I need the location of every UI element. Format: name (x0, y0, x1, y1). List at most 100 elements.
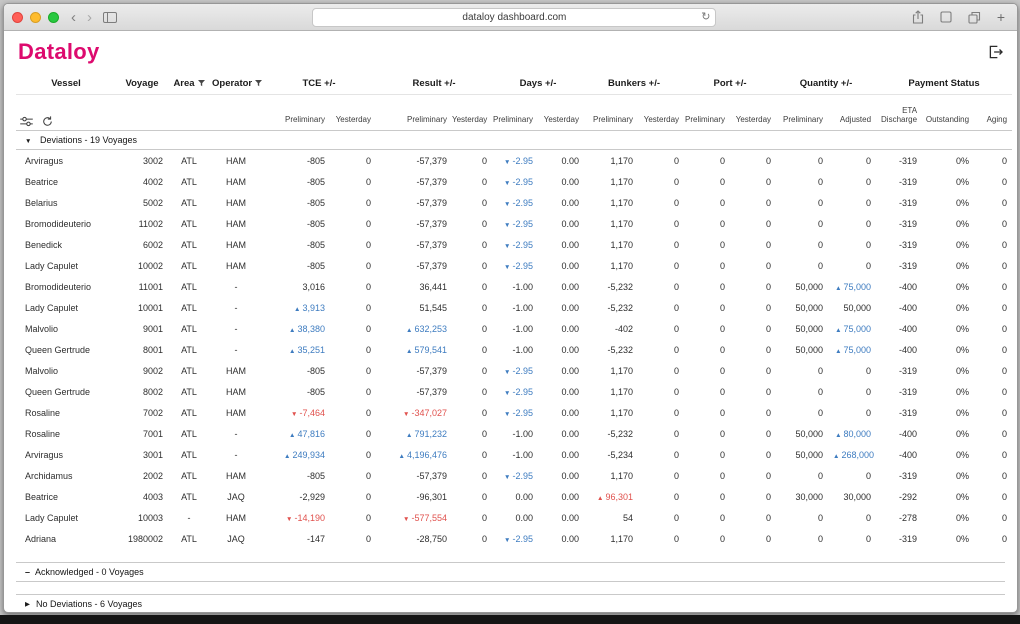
cell-value: 0 (866, 198, 871, 208)
col-header-voyage[interactable]: Voyage (116, 72, 168, 95)
subheader-result-yesterday[interactable]: Yesterday (452, 95, 492, 131)
cell-value: 0% (956, 492, 969, 502)
voyage-row[interactable]: Malvolio9002ATLHAM-8050-57,3790▼-2.950.0… (16, 360, 1012, 381)
col-header-quantity[interactable]: Quantity +/- (776, 72, 876, 95)
close-window-button[interactable] (12, 12, 23, 23)
subheader-eta-discharge[interactable]: ETA Discharge (876, 95, 922, 131)
subheader-quantity-preliminary[interactable]: Preliminary (776, 95, 828, 131)
subheader-port-yesterday[interactable]: Yesterday (730, 95, 776, 131)
col-header-days[interactable]: Days +/- (492, 72, 584, 95)
cell-aging: 0 (974, 234, 1012, 255)
subheader-tce-yesterday[interactable]: Yesterday (330, 95, 376, 131)
col-header-bunkers[interactable]: Bunkers +/- (584, 72, 684, 95)
subheader-result-preliminary[interactable]: Preliminary (376, 95, 452, 131)
voyage-row[interactable]: Benedick6002ATLHAM-8050-57,3790▼-2.950.0… (16, 234, 1012, 255)
cell-voyage: 10001 (116, 297, 168, 318)
minimize-window-button[interactable] (30, 12, 41, 23)
voyage-row[interactable]: Queen Gertrude8002ATLHAM-8050-57,3790▼-2… (16, 381, 1012, 402)
cell-port-yesterday: 0 (730, 360, 776, 381)
voyage-row[interactable]: Beatrice4003ATLJAQ-2,9290-96,30100.000.0… (16, 486, 1012, 507)
subheader-outstanding[interactable]: Outstanding (922, 95, 974, 131)
subheader-aging[interactable]: Aging (974, 95, 1012, 131)
cell-value: 0% (956, 366, 969, 376)
new-tab-button[interactable]: + (993, 10, 1009, 24)
subheader-bunkers-yesterday[interactable]: Yesterday (638, 95, 684, 131)
subheader-tce-preliminary[interactable]: Preliminary (262, 95, 330, 131)
collapse-toggle-icon[interactable]: ▶ (25, 600, 30, 608)
cell-eta-discharge: -319 (876, 402, 922, 423)
collapse-toggle-icon[interactable]: ▼ (25, 138, 31, 145)
new-window-icon[interactable] (937, 11, 955, 23)
cell-tce-preliminary: ▲38,380 (262, 318, 330, 339)
subheader-bunkers-preliminary[interactable]: Preliminary (584, 95, 638, 131)
tab-overview-icon[interactable] (965, 11, 984, 24)
cell-bunkers-preliminary: 1,170 (584, 255, 638, 276)
subheader-quantity-adjusted[interactable]: Adjusted (828, 95, 876, 131)
url-bar[interactable]: dataloy dashboard.com ↻ (312, 8, 716, 27)
refresh-icon[interactable] (42, 116, 53, 127)
voyage-row[interactable]: Arviragus3001ATL-▲249,9340▲4,196,4760-1.… (16, 444, 1012, 465)
voyage-row[interactable]: Beatrice4002ATLHAM-8050-57,3790▼-2.950.0… (16, 171, 1012, 192)
col-header-payment-status[interactable]: Payment Status (876, 72, 1012, 95)
cell-result-yesterday: 0 (452, 234, 492, 255)
col-header-port[interactable]: Port +/- (684, 72, 776, 95)
voyage-row[interactable]: Lady Capulet10001ATL-▲3,913051,5450-1.00… (16, 297, 1012, 318)
cell-bunkers-yesterday: 0 (638, 318, 684, 339)
section-header-deviations[interactable]: ▼ Deviations - 19 Voyages (16, 131, 1012, 150)
up-arrow-icon: ▲ (289, 348, 295, 355)
filter-icon[interactable] (198, 80, 205, 87)
cell-days-yesterday: 0.00 (538, 276, 584, 297)
voyage-row[interactable]: Lady Capulet10002ATLHAM-8050-57,3790▼-2.… (16, 255, 1012, 276)
subheader-days-preliminary[interactable]: Preliminary (492, 95, 538, 131)
cell-value: -400 (899, 324, 917, 334)
sign-out-icon[interactable] (988, 45, 1003, 59)
col-header-vessel[interactable]: Vessel (16, 72, 116, 95)
subheader-port-preliminary[interactable]: Preliminary (684, 95, 730, 131)
voyage-row[interactable]: Malvolio9001ATL-▲38,3800▲632,2530-1.000.… (16, 318, 1012, 339)
cell-voyage: 8002 (116, 381, 168, 402)
col-header-area[interactable]: Area (168, 72, 210, 95)
back-button[interactable]: ‹ (68, 10, 79, 25)
voyage-row[interactable]: Arviragus3002ATLHAM-8050-57,3790▼-2.950.… (16, 150, 1012, 172)
cell-value: -402 (615, 324, 633, 334)
voyage-row[interactable]: Queen Gertrude8001ATL-▲35,2510▲579,5410-… (16, 339, 1012, 360)
zoom-window-button[interactable] (48, 12, 59, 23)
cell-days-yesterday: 0.00 (538, 507, 584, 528)
forward-button[interactable]: › (84, 10, 95, 25)
subheader-days-yesterday[interactable]: Yesterday (538, 95, 584, 131)
share-icon[interactable] (909, 10, 927, 24)
cell-bunkers-preliminary: 1,170 (584, 402, 638, 423)
voyage-row[interactable]: Rosaline7001ATL-▲47,8160▲791,2320-1.000.… (16, 423, 1012, 444)
up-arrow-icon: ▲ (284, 453, 290, 460)
voyage-row[interactable]: Rosaline7002ATLHAM▼-7,4640▼-347,0270▼-2.… (16, 402, 1012, 423)
cell-quantity-adjusted: 0 (828, 171, 876, 192)
voyage-row[interactable]: Bromodideuterio11002ATLHAM-8050-57,3790▼… (16, 213, 1012, 234)
section-header-no-deviations[interactable]: ▶ No Deviations - 6 Voyages (16, 594, 1005, 613)
reload-icon[interactable]: ↻ (701, 10, 710, 23)
cell-value: 0 (1002, 345, 1007, 355)
filter-icon[interactable] (255, 80, 262, 87)
sidebar-toggle-icon[interactable] (100, 12, 120, 23)
filter-settings-icon[interactable] (20, 116, 33, 127)
down-arrow-icon: ▼ (504, 159, 510, 166)
col-header-operator[interactable]: Operator (210, 72, 262, 95)
cell-tce-preliminary: ▲35,251 (262, 339, 330, 360)
cell-value: 0 (818, 366, 823, 376)
voyage-row[interactable]: Belarius5002ATLHAM-8050-57,3790▼-2.950.0… (16, 192, 1012, 213)
cell-value: Lady Capulet (25, 513, 78, 523)
col-header-tce[interactable]: TCE +/- (262, 72, 376, 95)
cell-tce-preliminary: -805 (262, 192, 330, 213)
cell-bunkers-preliminary: 1,170 (584, 465, 638, 486)
col-header-result[interactable]: Result +/- (376, 72, 492, 95)
collapse-toggle-icon[interactable]: – (25, 568, 30, 577)
section-header-acknowledged[interactable]: – Acknowledged - 0 Voyages (16, 562, 1005, 582)
voyage-row[interactable]: Archidamus2002ATLHAM-8050-57,3790▼-2.950… (16, 465, 1012, 486)
voyage-row[interactable]: Bromodideuterio11001ATL-3,016036,4410-1.… (16, 276, 1012, 297)
cell-days-yesterday: 0.00 (538, 318, 584, 339)
cell-value: 0 (1002, 366, 1007, 376)
voyage-row[interactable]: Lady Capulet10003-HAM▼-14,1900▼-577,5540… (16, 507, 1012, 528)
cell-port-preliminary: 0 (684, 402, 730, 423)
cell-result-preliminary: ▼-347,027 (376, 402, 452, 423)
cell-value: 1,170 (610, 240, 633, 250)
voyage-row[interactable]: Adriana1980002ATLJAQ-1470-28,7500▼-2.950… (16, 528, 1012, 549)
